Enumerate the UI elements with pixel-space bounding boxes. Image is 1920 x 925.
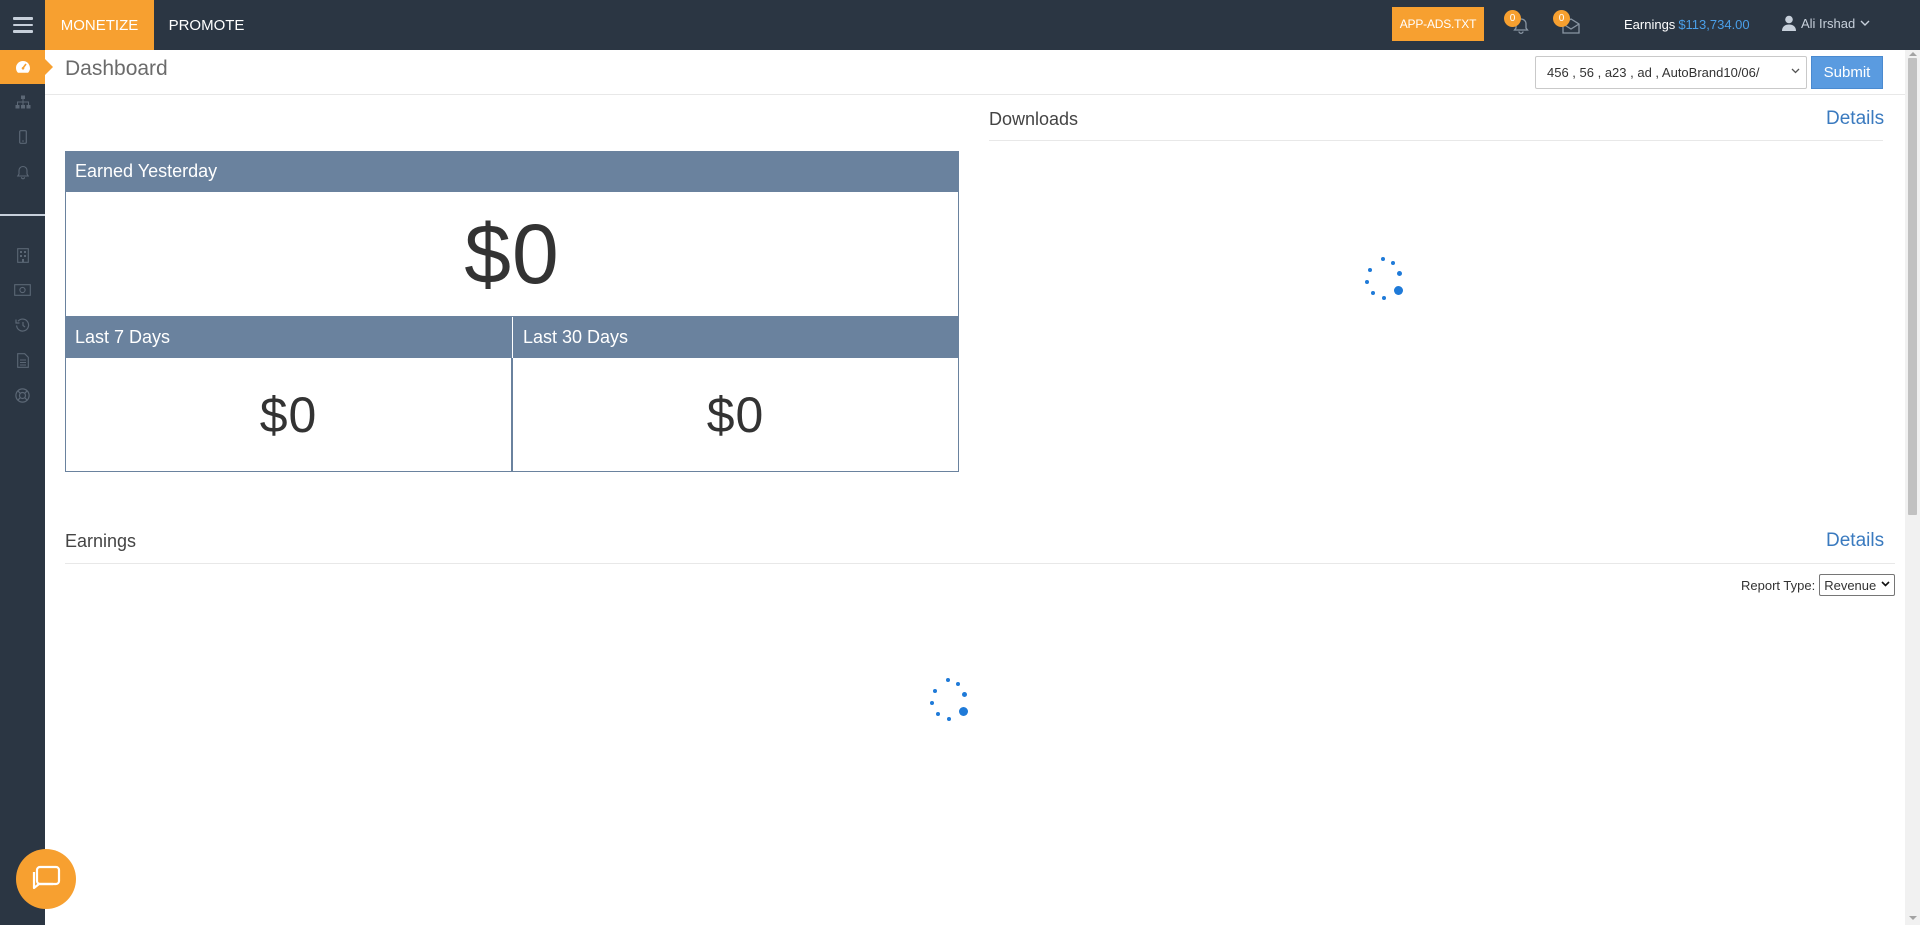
scroll-down-arrow-icon[interactable] (1909, 916, 1917, 920)
downloads-details-link[interactable]: Details (1826, 108, 1884, 130)
building-icon (16, 247, 29, 263)
chat-button[interactable] (16, 849, 76, 909)
history-icon (15, 318, 30, 332)
user-icon (1782, 15, 1796, 31)
earnings-details-link[interactable]: Details (1826, 530, 1884, 552)
report-type-value: Revenue (1824, 577, 1877, 593)
report-type-label: Report Type: (1741, 577, 1816, 593)
money-icon (14, 284, 31, 296)
earnings-label: Earnings (1624, 17, 1676, 32)
earnings-divider (65, 563, 1895, 564)
last-7-days-value: $0 (259, 386, 318, 443)
sidebar-item-dashboard[interactable] (0, 50, 53, 84)
support-icon (15, 387, 30, 403)
sidebar-item-payments[interactable] (0, 273, 45, 307)
user-name: Ali Irshad (1801, 15, 1856, 31)
earnings-summary: Earnings $113,734.00 (1624, 17, 1750, 32)
sidebar-item-apps[interactable] (0, 120, 45, 154)
chat-icon (32, 865, 61, 890)
page-title: Dashboard (65, 57, 168, 80)
earnings-summary-panel: Earned Yesterday $0 Last 7 Days Last 30 … (65, 151, 959, 472)
top-navbar: MONETIZE PROMOTE APP-ADS.TXT 0 0 Earning… (0, 0, 1920, 50)
last-7-days-header: Last 7 Days (65, 317, 512, 358)
submit-button[interactable]: Submit (1811, 56, 1883, 89)
tab-monetize[interactable]: MONETIZE (45, 0, 154, 50)
downloads-divider (989, 140, 1883, 141)
sidebar-item-sitemap[interactable] (0, 85, 45, 119)
header-divider (45, 94, 1905, 95)
sidebar-item-reports[interactable] (0, 343, 45, 377)
earnings-loading-spinner (923, 677, 973, 727)
menu-toggle-button[interactable] (0, 0, 45, 50)
last-30-days-body: $0 (512, 358, 959, 472)
app-ads-txt-button[interactable]: APP-ADS.TXT (1392, 7, 1484, 41)
sidebar-item-company[interactable] (0, 238, 45, 272)
downloads-loading-spinner (1358, 256, 1408, 306)
user-menu[interactable]: Ali Irshad (1782, 15, 1870, 31)
earned-yesterday-header: Earned Yesterday (65, 151, 959, 192)
app-select-value: 456 , 56 , a23 , ad , AutoBrand10/06/ (1547, 65, 1760, 80)
messages-count-badge: 0 (1553, 10, 1570, 27)
earned-yesterday-body: $0 (65, 192, 959, 317)
tab-promote[interactable]: PROMOTE (154, 0, 259, 50)
chevron-down-icon (1881, 581, 1890, 587)
app-select-dropdown[interactable]: 456 , 56 , a23 , ad , AutoBrand10/06/ (1535, 56, 1807, 89)
sidebar-item-history[interactable] (0, 308, 45, 342)
notifications-count-badge: 0 (1504, 10, 1521, 27)
document-icon (16, 352, 29, 368)
earnings-section-title: Earnings (65, 531, 137, 551)
chevron-down-icon (1791, 68, 1800, 74)
chevron-down-icon (1860, 20, 1870, 26)
bell-icon (16, 165, 29, 179)
messages-button[interactable]: 0 (1553, 10, 1581, 38)
earned-yesterday-value: $0 (464, 206, 560, 301)
hamburger-icon (12, 17, 33, 33)
sidebar-item-support[interactable] (0, 378, 45, 412)
last-7-days-body: $0 (65, 358, 512, 472)
sitemap-icon (15, 95, 30, 109)
report-type-select[interactable]: Revenue (1819, 574, 1896, 596)
last-30-days-value: $0 (706, 386, 765, 443)
mobile-icon (18, 130, 27, 144)
sidebar (0, 50, 53, 925)
sidebar-divider (0, 214, 45, 216)
scrollbar-thumb[interactable] (1908, 58, 1917, 515)
scroll-up-arrow-icon[interactable] (1909, 52, 1917, 56)
report-type-control: Report Type: Revenue (1741, 574, 1896, 596)
sidebar-item-notifications[interactable] (0, 155, 45, 189)
dashboard-icon (15, 61, 30, 73)
last-30-days-header: Last 30 Days (512, 317, 959, 358)
earnings-amount: $113,734.00 (1678, 17, 1750, 32)
downloads-title: Downloads (989, 109, 1079, 129)
notifications-button[interactable]: 0 (1504, 10, 1532, 38)
